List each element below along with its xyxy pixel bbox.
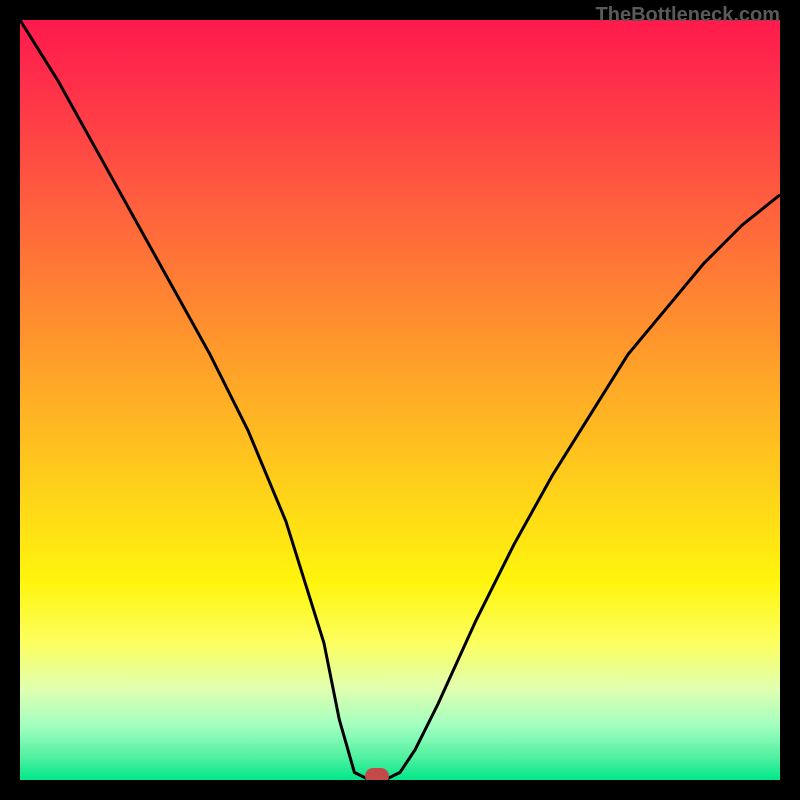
curve-layer [20, 20, 780, 780]
watermark-text: TheBottleneck.com [596, 4, 780, 27]
optimum-marker [365, 768, 389, 780]
plot-area [20, 20, 780, 780]
bottleneck-curve [20, 20, 780, 780]
